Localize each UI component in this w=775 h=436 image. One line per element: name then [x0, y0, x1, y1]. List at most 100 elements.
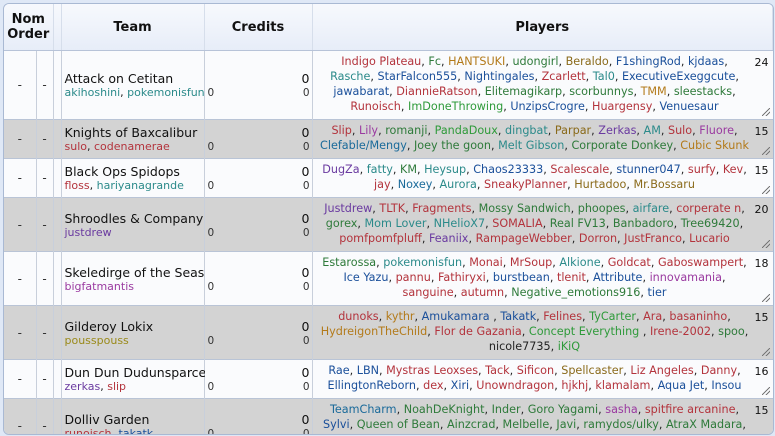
player-name[interactable]: StarFalcon555 — [378, 70, 458, 83]
player-name[interactable]: Negative_emotions916 — [511, 286, 640, 299]
player-name[interactable]: tlenit — [557, 271, 586, 284]
player-name[interactable]: Fc — [428, 55, 441, 68]
player-name[interactable]: spoo — [718, 325, 745, 338]
manager-name[interactable]: runoisch — [65, 427, 112, 435]
player-name[interactable]: stunner047 — [616, 163, 680, 176]
order-cell[interactable]: - — [36, 197, 54, 252]
player-name[interactable]: Indigo Plateau — [341, 55, 421, 68]
player-name[interactable]: Parpar — [555, 124, 591, 137]
player-name[interactable]: corperate n — [676, 202, 741, 215]
player-name[interactable]: Joey the goon — [414, 139, 491, 152]
player-name[interactable]: SneakyPlanner — [484, 178, 567, 191]
player-name[interactable]: Sylvi — [323, 418, 350, 431]
player-name[interactable]: Concept Everything — [529, 325, 643, 338]
order-cell[interactable]: - — [36, 359, 54, 399]
player-name[interactable]: Attribute — [593, 271, 642, 284]
player-name[interactable]: NHelioX7 — [434, 217, 486, 230]
player-name[interactable]: romanji — [385, 124, 427, 137]
player-name[interactable]: One Last Kiss — [531, 433, 606, 434]
player-name[interactable]: Runoisch — [350, 100, 400, 113]
player-name[interactable]: surfy — [688, 163, 716, 176]
order-cell[interactable]: - — [36, 398, 54, 434]
player-name[interactable]: Sificon — [517, 364, 554, 377]
player-name[interactable]: Real FV13 — [550, 217, 606, 230]
player-name[interactable]: airfare — [633, 202, 670, 215]
player-name[interactable]: Spellcaster — [561, 364, 623, 377]
player-name[interactable]: scorbunnys — [569, 85, 633, 98]
player-name[interactable]: Unowndragon — [476, 379, 554, 392]
player-name[interactable]: Fathiryxi — [438, 271, 486, 284]
player-name[interactable]: Melt Gibson — [498, 139, 564, 152]
player-name[interactable]: phoopes — [578, 202, 626, 215]
nom-cell[interactable]: - — [4, 158, 37, 198]
player-name[interactable]: EllingtonReborn — [328, 379, 417, 392]
player-name[interactable]: Insou — [711, 379, 741, 392]
player-name[interactable]: Tree69420 — [681, 217, 740, 230]
player-name[interactable]: dunoks — [338, 310, 378, 323]
player-name[interactable]: NoahDeKnight — [404, 403, 485, 416]
player-name[interactable]: Slip — [331, 124, 351, 137]
player-name[interactable]: Chaos23333 — [473, 163, 543, 176]
order-cell[interactable]: - — [36, 251, 54, 306]
player-name[interactable]: Dorron — [579, 232, 617, 245]
player-name[interactable]: Aqua Jet — [658, 379, 705, 392]
order-cell[interactable]: - — [36, 119, 54, 159]
manager-name[interactable]: justdrew — [65, 226, 112, 239]
player-name[interactable]: UnzipsCrogre — [510, 100, 585, 113]
manager-name[interactable]: takatk — [119, 427, 154, 435]
resize-handle-icon[interactable] — [761, 240, 770, 248]
player-name[interactable]: Goro Yagami — [528, 403, 598, 416]
player-name[interactable]: Xiri — [451, 379, 469, 392]
player-name[interactable]: Mystras Leoxses — [386, 364, 478, 377]
player-name[interactable]: Amukamara — [422, 310, 494, 323]
player-name[interactable]: Takatk — [500, 310, 536, 323]
player-name[interactable]: Goldcat — [608, 256, 651, 269]
player-name[interactable]: sleestacks — [674, 85, 732, 98]
player-name[interactable]: pomfpomfpluff — [339, 232, 422, 245]
player-name[interactable]: basaninho — [669, 310, 727, 323]
player-name[interactable]: ramydos/ulky — [583, 418, 658, 431]
player-name[interactable]: tier — [647, 286, 666, 299]
nom-cell[interactable]: - — [4, 251, 37, 306]
player-name[interactable]: Alkione — [559, 256, 600, 269]
player-name[interactable]: PandaDoux — [435, 124, 498, 137]
resize-handle-icon[interactable] — [761, 147, 770, 155]
manager-name[interactable]: floss — [65, 179, 90, 192]
player-name[interactable]: Rae — [328, 364, 349, 377]
player-name[interactable]: Mom Lover — [365, 217, 427, 230]
player-name[interactable]: kjdaas — [688, 55, 724, 68]
player-name[interactable]: Justdrew — [324, 202, 372, 215]
nom-cell[interactable]: - — [4, 50, 37, 120]
player-name[interactable]: TyCarter — [589, 310, 636, 323]
player-name[interactable]: Lialiabeast — [463, 433, 523, 434]
player-name[interactable]: sanguine — [403, 286, 454, 299]
player-name[interactable]: AtraX Madara — [666, 418, 742, 431]
player-name[interactable]: ExecutiveExeggcute — [622, 70, 735, 83]
player-name[interactable]: HANTSUKI — [448, 55, 505, 68]
player-name[interactable]: KM — [400, 163, 417, 176]
player-name[interactable]: spitfire arcanine — [645, 403, 736, 416]
player-name[interactable]: Inder — [492, 403, 521, 416]
player-name[interactable]: Nightingales — [464, 70, 534, 83]
player-name[interactable]: F1shingRod — [616, 55, 681, 68]
player-name[interactable]: Zcarlett — [542, 70, 586, 83]
player-name[interactable]: Lily — [359, 124, 378, 137]
player-name[interactable]: ImDoneThrowing — [408, 100, 503, 113]
player-name[interactable]: Fluore — [699, 124, 734, 137]
player-name[interactable]: nicole7735 — [489, 340, 551, 353]
player-name[interactable]: Elitemagikarp — [485, 85, 562, 98]
player-name[interactable]: Felines — [543, 310, 582, 323]
player-name[interactable]: gorex — [326, 217, 358, 230]
player-name[interactable]: Javi — [556, 418, 576, 431]
player-name[interactable]: Hurtadoo — [574, 178, 626, 191]
player-name[interactable]: Clefable/Mengy — [320, 139, 407, 152]
order-cell[interactable]: - — [36, 50, 54, 120]
player-name[interactable]: Sulo — [668, 124, 692, 137]
player-name[interactable]: udongirl — [512, 55, 558, 68]
player-name[interactable]: klamalam — [595, 379, 650, 392]
nom-cell[interactable]: - — [4, 359, 37, 399]
player-name[interactable]: Mossy Sandwich — [479, 202, 571, 215]
player-name[interactable]: TLTK — [379, 202, 405, 215]
player-name[interactable]: MrSoup — [510, 256, 552, 269]
player-name[interactable]: kythr — [386, 310, 415, 323]
